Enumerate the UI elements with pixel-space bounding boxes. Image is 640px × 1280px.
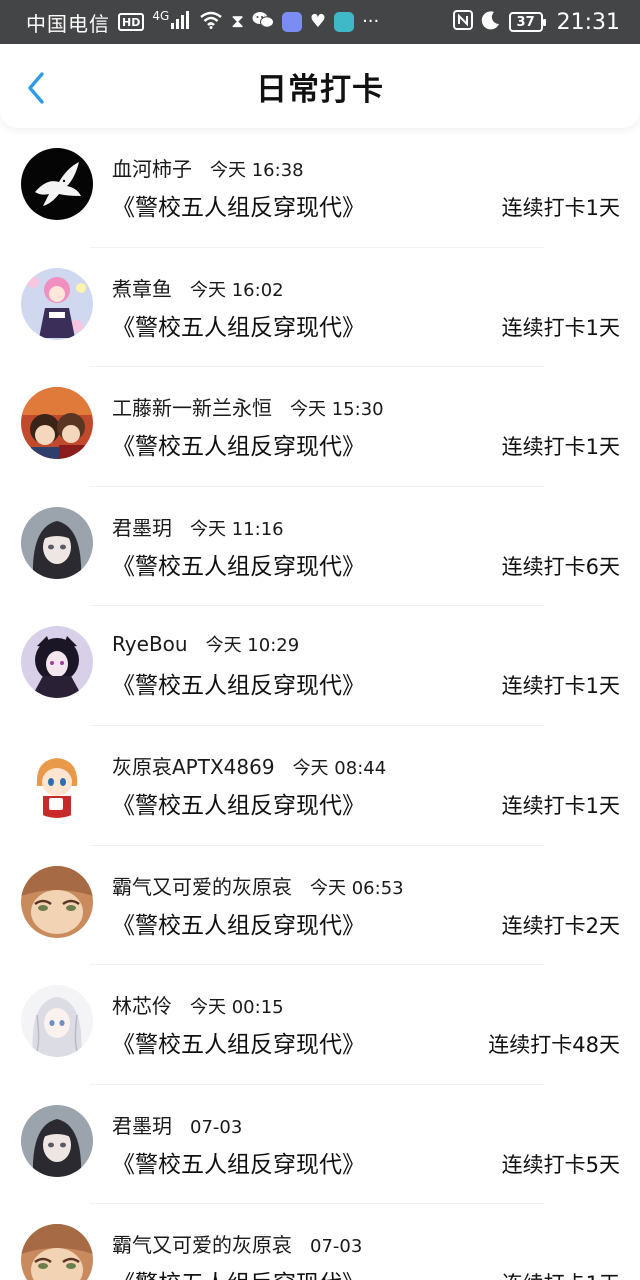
streak-label: 连续打卡1天 [501,793,620,818]
user-name[interactable]: 工藤新一新兰永恒 [112,392,272,421]
more-dots-icon: ··· [362,11,380,32]
battery-indicator: 37 [508,12,546,32]
hourglass-icon: ⧗ [231,11,244,32]
book-title-link[interactable]: 《警校五人组反穿现代》 [112,547,365,581]
checkin-meta: RyeBou 今天 10:29 [112,631,299,657]
wifi-icon [199,10,223,34]
checkin-item[interactable]: RyeBou 今天 10:29 《警校五人组反穿现代》 连续打卡1天 [0,606,640,726]
checkin-time: 今天 11:16 [190,518,284,540]
user-name[interactable]: 煮章鱼 [112,273,172,302]
checkin-meta: 血河柿子 今天 16:38 [112,153,304,182]
user-name[interactable]: RyeBou [112,632,188,656]
user-avatar[interactable] [21,985,93,1058]
checkin-list[interactable]: 血河柿子 今天 16:38 《警校五人组反穿现代》 连续打卡1天 煮章鱼 今天 16:02… [0,128,640,1280]
user-name[interactable]: 血河柿子 [112,153,192,182]
checkin-meta: 霸气又可爱的灰原哀 今天 06:53 [112,871,404,900]
checkin-time: 07-03 [310,1236,363,1258]
user-avatar[interactable] [21,387,93,460]
checkin-item[interactable]: 灰原哀APTX4869 今天 08:44 《警校五人组反穿现代》 连续打卡1天 [0,726,640,846]
book-title-link[interactable]: 《警校五人组反穿现代》 [112,786,365,820]
user-name[interactable]: 霸气又可爱的灰原哀 [112,1229,292,1258]
user-name[interactable]: 灰原哀APTX4869 [112,751,275,780]
book-title-link[interactable]: 《警校五人组反穿现代》 [112,1025,365,1059]
checkin-meta: 君墨玥 07-03 [112,1110,242,1139]
book-title-link[interactable]: 《警校五人组反穿现代》 [112,1264,365,1280]
user-name[interactable]: 君墨玥 [112,512,172,541]
checkin-time: 今天 08:44 [292,757,387,779]
page-title: 日常打卡 [256,71,384,108]
checkin-meta: 霸气又可爱的灰原哀 07-03 [112,1229,362,1258]
book-title-link[interactable]: 《警校五人组反穿现代》 [112,1145,365,1179]
moon-icon [481,10,501,35]
streak-label: 连续打卡48天 [488,1033,620,1058]
checkin-meta: 煮章鱼 今天 16:02 [112,273,284,302]
status-bar: 中国电信 HD 4G ⧗ ♥ ··· 37 21:31 [0,0,640,44]
carrier-label: 中国电信 [26,11,110,36]
book-title-link[interactable]: 《警校五人组反穿现代》 [112,427,365,461]
user-avatar[interactable] [21,745,93,818]
checkin-time: 今天 15:30 [290,399,384,421]
checkin-time: 07-03 [190,1116,243,1138]
user-avatar[interactable] [21,865,93,938]
streak-label: 连续打卡6天 [501,554,620,579]
checkin-time: 今天 06:53 [310,877,404,899]
app-screen: 中国电信 HD 4G ⧗ ♥ ··· 37 21:31 日常打卡 血河柿子 今天… [0,0,640,1280]
checkin-item[interactable]: 煮章鱼 今天 16:02 《警校五人组反穿现代》 连续打卡1天 [0,248,640,368]
reader-app-icon [334,12,355,32]
streak-label: 连续打卡1天 [501,674,620,699]
hd-icon: HD [118,13,145,31]
user-avatar[interactable] [21,506,93,579]
checkin-item[interactable]: 血河柿子 今天 16:38 《警校五人组反穿现代》 连续打卡1天 [0,128,640,248]
chevron-left-icon [28,72,44,104]
nfc-icon [452,9,473,35]
streak-label: 连续打卡1天 [501,315,620,340]
book-title-link[interactable]: 《警校五人组反穿现代》 [112,308,365,342]
signal-icon [171,10,191,34]
music-app-icon [281,12,302,32]
checkin-meta: 工藤新一新兰永恒 今天 15:30 [112,392,384,421]
book-title-link[interactable]: 《警校五人组反穿现代》 [112,906,365,940]
status-right: 37 21:31 [452,9,620,35]
user-avatar[interactable] [21,626,93,699]
user-avatar[interactable] [21,1224,93,1280]
user-name[interactable]: 霸气又可爱的灰原哀 [112,871,292,900]
user-avatar[interactable] [21,267,93,340]
back-button[interactable] [18,70,54,106]
checkin-time: 今天 10:29 [205,635,300,657]
checkin-item[interactable]: 林芯伶 今天 00:15 《警校五人组反穿现代》 连续打卡48天 [0,965,640,1085]
checkin-time: 今天 00:15 [190,997,284,1019]
status-left: 中国电信 HD 4G ⧗ ♥ ··· [26,8,379,37]
streak-label: 连续打卡1天 [501,435,620,460]
health-icon: ♥ [309,11,327,32]
network-type-label: 4G [152,9,170,23]
user-name[interactable]: 林芯伶 [112,990,172,1019]
checkin-meta: 灰原哀APTX4869 今天 08:44 [112,751,386,780]
checkin-item[interactable]: 霸气又可爱的灰原哀 07-03 《警校五人组反穿现代》 连续打卡1天 [0,1204,640,1280]
streak-label: 连续打卡1天 [501,196,620,220]
checkin-meta: 林芯伶 今天 00:15 [112,990,284,1019]
checkin-meta: 君墨玥 今天 11:16 [112,512,284,541]
clock: 21:31 [556,9,620,35]
checkin-time: 今天 16:38 [210,160,304,181]
top-nav-bar: 日常打卡 [0,44,640,128]
user-avatar[interactable] [21,148,93,220]
book-title-link[interactable]: 《警校五人组反穿现代》 [112,666,365,700]
user-name[interactable]: 君墨玥 [112,1110,172,1139]
streak-label: 连续打卡2天 [501,913,620,938]
user-avatar[interactable] [21,1104,93,1177]
checkin-item[interactable]: 霸气又可爱的灰原哀 今天 06:53 《警校五人组反穿现代》 连续打卡2天 [0,846,640,966]
checkin-item[interactable]: 君墨玥 07-03 《警校五人组反穿现代》 连续打卡5天 [0,1085,640,1205]
streak-label: 连续打卡1天 [502,1268,620,1280]
wechat-icon [252,10,274,34]
checkin-item[interactable]: 工藤新一新兰永恒 今天 15:30 《警校五人组反穿现代》 连续打卡1天 [0,367,640,487]
streak-label: 连续打卡5天 [501,1152,620,1177]
checkin-item[interactable]: 君墨玥 今天 11:16 《警校五人组反穿现代》 连续打卡6天 [0,487,640,607]
book-title-link[interactable]: 《警校五人组反穿现代》 [112,188,365,222]
checkin-time: 今天 16:02 [190,279,284,301]
